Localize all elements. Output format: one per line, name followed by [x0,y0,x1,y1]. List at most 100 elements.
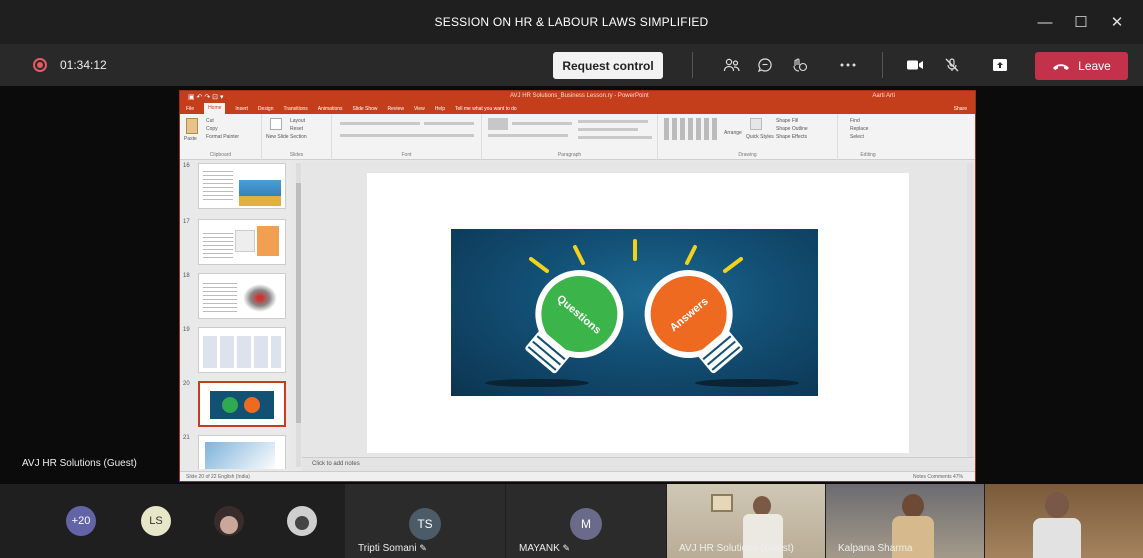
participants-icon[interactable] [722,56,742,74]
ppt-user: Aarti Arti [872,93,895,99]
align-text-button[interactable] [578,128,638,131]
tab-animations[interactable]: Animations [318,106,343,112]
slide-thumbnail[interactable] [198,327,286,373]
smartart-button[interactable] [578,136,652,139]
new-slide-icon[interactable] [270,118,282,130]
participant-video-tile[interactable] [985,484,1143,558]
font-group: Font [332,114,482,160]
camera-icon[interactable] [905,56,925,74]
participant-name: MAYANK ✎ [519,543,571,554]
tab-home[interactable]: Home [204,103,226,114]
ppt-ribbon-tabs: File Home Insert Design Transitions Anim… [180,103,975,114]
slide-thumbnail[interactable] [198,163,286,209]
format-painter-button[interactable]: Format Painter [206,134,239,140]
section-button[interactable]: Section [290,134,307,140]
notes-pane[interactable]: Click to add notes [302,457,974,471]
font-name-dropdown[interactable] [340,122,420,125]
more-participants-badge[interactable]: +20 [66,506,96,536]
thumbnail-scrollbar[interactable] [296,163,301,467]
tab-view[interactable]: View [414,106,425,112]
participant-avatar-photo[interactable] [287,506,317,536]
participant-name: Kalpana Sharma [838,543,913,554]
font-size-dropdown[interactable] [424,122,474,125]
tab-insert[interactable]: Insert [235,106,248,112]
shape-fill-button[interactable]: Shape Fill [776,118,798,124]
replace-button[interactable]: Replace [850,126,868,132]
slide-thumbnail[interactable] [198,435,286,469]
window-controls: — ☐ ✕ [1027,0,1135,44]
tell-me-search[interactable]: Tell me what you want to do [455,106,517,112]
ppt-titlebar: ▣ ↶ ↷ ⊡ ▾ AVJ HR Solutions_Business Less… [180,91,975,103]
drawing-label: Drawing [738,152,757,158]
window-titlebar: SESSION ON HR & LABOUR LAWS SIMPLIFIED —… [0,0,1143,44]
cut-button[interactable]: Cut [206,118,214,124]
tab-file[interactable]: File [186,106,194,112]
slide-thumbnail-selected[interactable] [198,381,286,427]
quick-styles-icon[interactable] [750,118,762,130]
mic-off-icon: ✎ [562,543,571,553]
find-button[interactable]: Find [850,118,860,124]
paste-icon[interactable] [186,118,198,134]
thumb-number: 19 [183,327,190,333]
ppt-window-title: AVJ HR Solutions_Business Lesson.ry - Po… [510,93,649,99]
share-screen-icon[interactable] [990,56,1010,74]
powerpoint-window: ▣ ↶ ↷ ⊡ ▾ AVJ HR Solutions_Business Less… [179,90,976,482]
maximize-button[interactable]: ☐ [1063,13,1099,31]
shapes-gallery[interactable] [664,118,720,140]
slide-thumbnail[interactable] [198,273,286,319]
participant-strip: +20 LS TS Tripti Somani ✎ M MAYANK ✎ AVJ… [0,484,1143,558]
shared-screen-stage: ▣ ↶ ↷ ⊡ ▾ AVJ HR Solutions_Business Less… [0,86,1143,484]
mic-off-icon: ✎ [419,543,427,553]
paragraph-label: Paragraph [557,152,582,158]
more-icon[interactable] [838,56,858,74]
bullets-button[interactable] [488,118,508,130]
select-button[interactable]: Select [850,134,864,140]
drawing-group: Arrange Quick Styles Shape Fill Shape Ou… [658,114,838,160]
slide-canvas: Questions Answers [302,161,974,457]
clipboard-label: Clipboard [209,152,232,158]
request-control-button[interactable]: Request control [553,52,663,79]
status-right-controls[interactable]: Notes Comments 47% [913,474,963,480]
shape-outline-button[interactable]: Shape Outline [776,126,808,132]
arrange-button[interactable]: Arrange [724,130,742,136]
participant-tile[interactable]: M MAYANK ✎ [506,484,666,558]
tab-transitions[interactable]: Transitions [284,106,308,112]
participant-initials: M [570,508,602,540]
copy-button[interactable]: Copy [206,126,218,132]
minimize-button[interactable]: — [1027,14,1063,31]
alignment-buttons[interactable] [488,134,568,137]
close-button[interactable]: ✕ [1099,13,1135,31]
tab-design[interactable]: Design [258,106,274,112]
font-formatting-buttons[interactable] [340,134,474,137]
tab-review[interactable]: Review [388,106,404,112]
quick-styles-button[interactable]: Quick Styles [746,134,774,140]
participant-video-tile[interactable]: Kalpana Sharma [826,484,984,558]
tab-help[interactable]: Help [435,106,445,112]
share-link[interactable]: Share [954,106,967,112]
font-label: Font [401,152,412,158]
thumb-number: 16 [183,163,190,169]
participant-avatar-photo[interactable] [214,506,244,536]
participant-video-tile[interactable]: AVJ HR Solutions (Guest) [667,484,825,558]
current-slide[interactable]: Questions Answers [367,173,909,453]
paste-label: Paste [184,136,197,142]
thumb-number: 17 [183,219,190,225]
thumb-number: 18 [183,273,190,279]
layout-button[interactable]: Layout [290,118,305,124]
tab-slideshow[interactable]: Slide Show [353,106,378,112]
mic-off-icon[interactable] [942,56,962,74]
slide-thumbnail[interactable] [198,219,286,265]
chat-icon[interactable] [755,56,775,74]
leave-button[interactable]: Leave [1035,52,1128,80]
questions-answers-image: Questions Answers [451,229,818,396]
shape-effects-button[interactable]: Shape Effects [776,134,807,140]
list-buttons[interactable] [512,122,572,125]
new-slide-button[interactable]: New Slide [266,134,289,140]
participant-avatar-ls[interactable]: LS [141,506,171,536]
text-direction-button[interactable] [578,120,648,123]
participant-tile[interactable]: TS Tripti Somani ✎ [345,484,505,558]
reactions-icon[interactable] [790,56,810,74]
slide-scrollbar[interactable] [967,163,973,457]
status-slide-info: Slide 20 of 22 English (India) [186,473,250,480]
reset-button[interactable]: Reset [290,126,303,132]
